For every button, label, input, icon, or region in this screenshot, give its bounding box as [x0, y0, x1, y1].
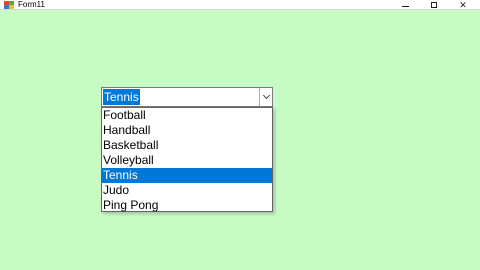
- window-title: Form11: [18, 0, 45, 9]
- list-item[interactable]: Basketball: [102, 138, 272, 153]
- close-icon: ✕: [459, 0, 467, 10]
- list-item[interactable]: Football: [102, 108, 272, 123]
- list-item[interactable]: Volleyball: [102, 153, 272, 168]
- combobox-dropdown-button[interactable]: [259, 88, 272, 106]
- list-item[interactable]: Handball: [102, 123, 272, 138]
- list-item-selected[interactable]: Tennis: [102, 168, 272, 183]
- chevron-down-icon: [262, 91, 270, 100]
- maximize-button[interactable]: [421, 0, 447, 10]
- title-bar[interactable]: Form11 ✕: [0, 0, 480, 10]
- list-item[interactable]: Judo: [102, 183, 272, 198]
- app-icon[interactable]: [4, 1, 14, 9]
- combobox-selected-text[interactable]: Tennis: [103, 89, 140, 105]
- minimize-icon: [401, 5, 409, 7]
- list-item[interactable]: Ping Pong: [102, 198, 272, 213]
- minimize-button[interactable]: [392, 0, 418, 10]
- close-button[interactable]: ✕: [450, 0, 476, 10]
- maximize-icon: [431, 2, 437, 8]
- combobox-dropdown-list[interactable]: Football Handball Basketball Volleyball …: [101, 107, 273, 212]
- sports-combobox[interactable]: Tennis: [101, 87, 273, 107]
